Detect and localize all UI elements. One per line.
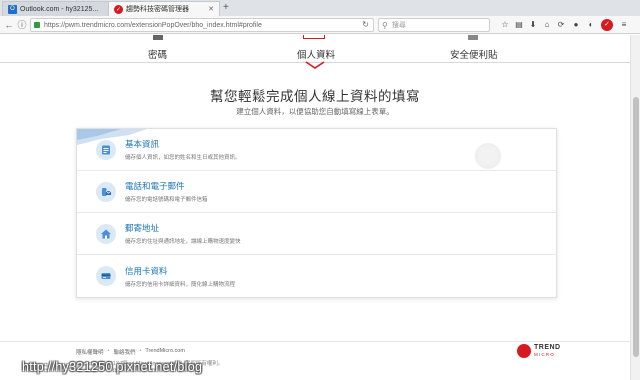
privacy-link[interactable]: 隱私權聲明 [76,348,104,356]
tab-profile[interactable]: 個人資料 [297,47,335,61]
house-icon [96,223,116,244]
blog-watermark: http://hy321250.pixnet.net/blog [22,360,203,374]
option-desc: 儲存您的電話號碼和電子郵件信箱 [125,197,208,203]
tab-secure-notes[interactable]: 安全便利貼 [450,47,498,61]
option-title: 電話和電子郵件 [125,181,185,191]
footer-links: 隱私權聲明 • 聯絡我們 • TrendMicro.com [76,348,185,356]
loading-spinner-icon [475,143,501,169]
lock-icon [34,22,40,28]
contact-link[interactable]: 聯絡我們 [113,348,135,356]
browser-navbar: ← ⓘ https://pwm.trendmicro.com/extension… [0,16,640,34]
profile-options-card: 基本資訊 儲存個人資訊，如您的姓名和生日或其他資訊。 電話和電子郵件 儲存您的電… [76,128,557,298]
tab-label: Outlook.com - hy32125... [20,5,99,13]
footer-separator: • [139,348,142,354]
url-text: https://pwm.trendmicro.com/extensionPopO… [44,21,262,29]
page-content: 密碼 個人資料 安全便利貼 幫您輕鬆完成個人線上資料的填寫 建立個人資料，以便協… [0,35,630,380]
search-icon: ⚲ [382,20,388,30]
browser-tab-trendmicro[interactable]: ✓ 趨勢科技密碼管理器 ✕ [108,1,220,16]
active-tab-chevron-icon [305,61,325,69]
option-credit-card[interactable]: 信用卡資料 儲存您的信用卡詳細資料，簡化線上購物流程 [77,255,556,297]
close-icon[interactable]: ✕ [208,5,214,13]
page-subtitle: 建立個人資料，以便協助您自動填寫線上表單。 [236,107,394,116]
search-input[interactable]: ⚲ 搜尋 [378,18,490,32]
scrollbar-thumb[interactable] [633,97,639,357]
option-title: 基本資訊 [125,139,160,149]
option-title: 郵寄地址 [125,223,160,233]
page-title: 幫您輕鬆完成個人線上資料的填寫 [210,89,420,104]
menu-icon[interactable]: ≡ [618,19,630,31]
browser-tabstrip: O Outlook.com - hy32125... ✕ ✓ 趨勢科技密碼管理器… [0,0,640,16]
footer-separator: • [107,348,110,354]
chat-icon[interactable]: ● [570,19,582,31]
refresh-icon[interactable]: ↻ [362,20,369,29]
search-placeholder: 搜尋 [391,22,406,29]
reading-list-icon[interactable]: ▤ [513,19,525,31]
star-icon[interactable]: ☆ [499,19,511,31]
section-tabs: 密碼 個人資料 安全便利貼 [0,35,630,69]
outlook-icon: O [8,4,17,14]
option-title: 信用卡資料 [125,265,168,276]
footer-divider [0,341,630,342]
info-icon[interactable]: ⓘ [16,19,28,31]
logo-word-bottom: MICRO [534,352,555,357]
download-icon[interactable]: ⬇ [527,19,539,31]
key-icon [153,35,163,40]
sync-icon[interactable]: ⟳ [555,19,567,31]
logo-word-top: TREND [534,344,561,351]
option-desc: 儲存您的信用卡詳細資料，簡化線上購物流程 [125,281,236,288]
option-desc: 儲存您的住址與通訊地址，讓線上購物速度變快 [125,239,241,245]
url-bar[interactable]: https://pwm.trendmicro.com/extensionPopO… [30,18,374,32]
id-card-icon [96,139,116,160]
trendmicro-link[interactable]: TrendMicro.com [145,348,185,356]
trendmicro-icon: ✓ [114,4,123,14]
trendmicro-ext-icon[interactable]: ✓ [601,19,613,31]
home-icon[interactable]: ⌂ [541,19,553,31]
phone-email-icon [96,181,116,202]
credit-card-icon [96,266,116,286]
option-desc: 儲存個人資訊，如您的姓名和生日或其他資訊。 [125,155,241,161]
profile-icon [303,35,325,39]
tab-label: 趨勢科技密碼管理器 [126,6,189,13]
note-icon [468,35,478,40]
tab-passwords[interactable]: 密碼 [148,47,167,61]
option-mailing-address[interactable]: 郵寄地址 儲存您的住址與通訊地址，讓線上購物速度變快 [77,213,556,255]
new-tab-button[interactable]: + [223,2,229,14]
theme-icon[interactable]: ◐ [585,19,597,31]
option-phone-email[interactable]: 電話和電子郵件 儲存您的電話號碼和電子郵件信箱 [77,171,556,213]
back-icon[interactable]: ← [3,19,15,31]
trendmicro-logo: TREND MICRO [517,344,561,358]
trendmicro-ball-icon [517,344,531,358]
option-basic-info[interactable]: 基本資訊 儲存個人資訊，如您的姓名和生日或其他資訊。 [77,129,556,171]
page-scrollbar[interactable] [630,35,640,380]
